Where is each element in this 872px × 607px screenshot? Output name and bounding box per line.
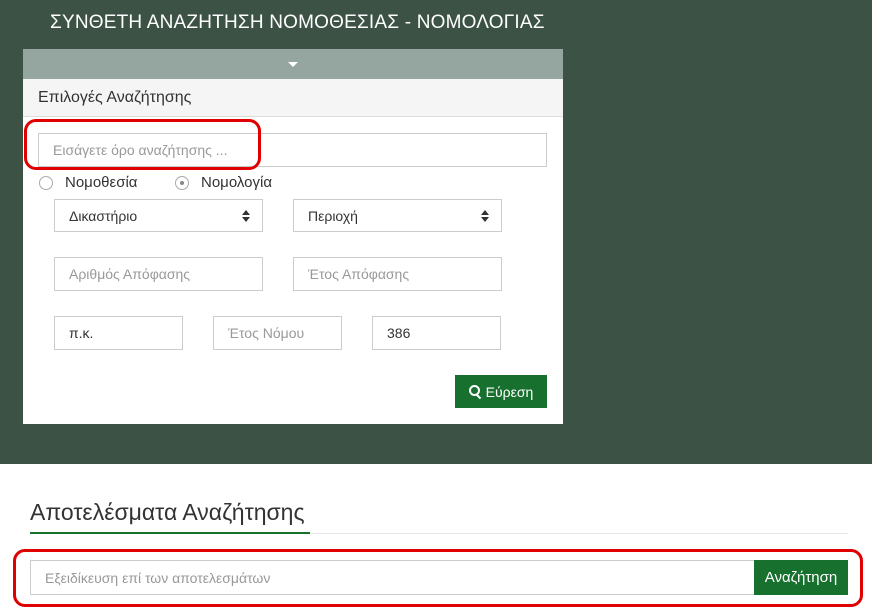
radio-case-law-indicator[interactable] (175, 175, 189, 190)
results-title-underline (30, 532, 310, 534)
sort-arrows-icon (242, 210, 250, 222)
results-title: Αποτελέσματα Αναζήτησης (30, 499, 305, 525)
decision-year-input[interactable] (293, 257, 502, 291)
law-year-input[interactable] (213, 316, 342, 350)
refine-results-input[interactable] (30, 560, 755, 595)
court-select[interactable]: Δικαστήριο (54, 199, 263, 232)
page-title: ΣΥΝΘΕΤΗ ΑΝΑΖΗΤΗΣΗ ΝΟΜΟΘΕΣΙΑΣ - ΝΟΜΟΛΟΓΙΑ… (50, 12, 545, 33)
radio-legislation-indicator[interactable] (39, 175, 53, 190)
find-button-label: Εύρεση (485, 383, 534, 400)
radio-legislation[interactable]: Νομοθεσία (39, 174, 137, 191)
search-options-panel: Επιλογές Αναζήτησης Νομοθεσία Νομολογία … (23, 49, 563, 424)
find-button[interactable]: Εύρεση (455, 375, 547, 408)
court-select-value: Δικαστήριο (69, 208, 138, 224)
refine-search-button[interactable]: Αναζήτηση (754, 560, 848, 595)
region-select-value: Περιοχή (308, 208, 358, 224)
decision-number-input[interactable] (54, 257, 263, 291)
sort-arrows-icon (481, 210, 489, 222)
search-term-input[interactable] (38, 133, 547, 167)
panel-heading: Επιλογές Αναζήτησης (23, 79, 563, 117)
search-icon (468, 385, 482, 400)
header-section: ΣΥΝΘΕΤΗ ΑΝΑΖΗΤΗΣΗ ΝΟΜΟΘΕΣΙΑΣ - ΝΟΜΟΛΟΓΙΑ… (0, 0, 872, 464)
law-number-input[interactable] (372, 316, 501, 350)
panel-heading-label: Επιλογές Αναζήτησης (38, 89, 192, 106)
radio-case-law[interactable]: Νομολογία (175, 174, 272, 191)
caret-down-icon (288, 62, 298, 67)
radio-case-law-label: Νομολογία (201, 174, 272, 191)
panel-toggle-bar[interactable] (23, 49, 563, 79)
law-type-input[interactable] (54, 316, 183, 350)
region-select[interactable]: Περιοχή (293, 199, 502, 232)
radio-legislation-label: Νομοθεσία (65, 174, 138, 191)
